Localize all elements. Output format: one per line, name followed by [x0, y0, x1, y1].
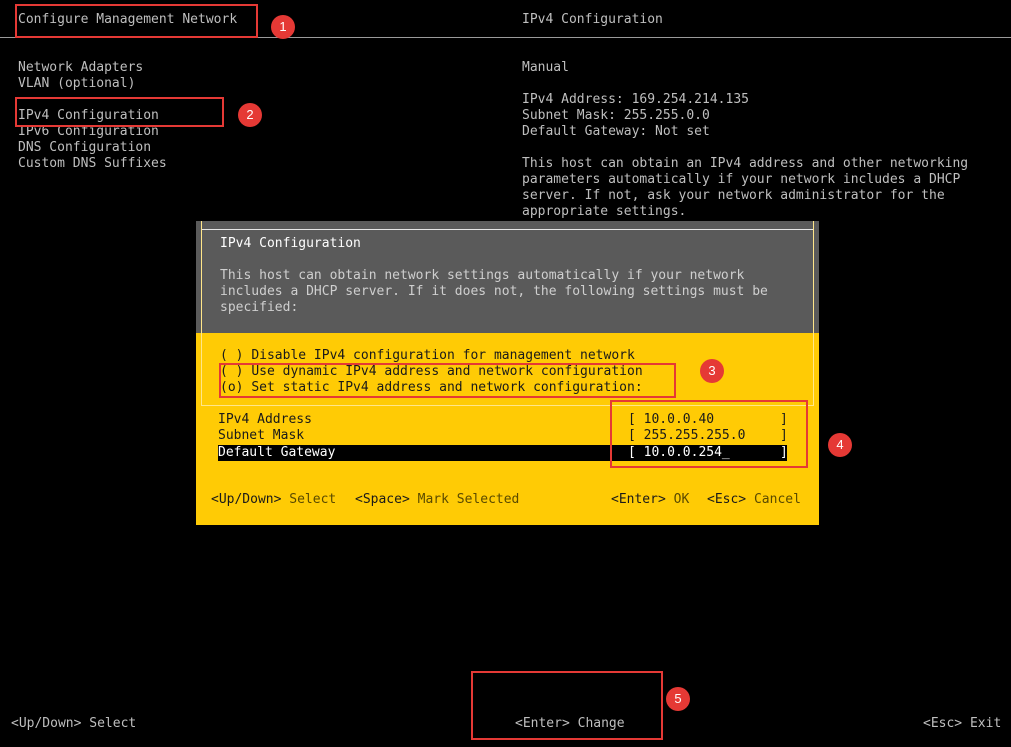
info-description-line: This host can obtain an IPv4 address and…	[522, 156, 969, 171]
info-description-line: appropriate settings.	[522, 204, 687, 219]
ok-button[interactable]: <Enter> OK	[611, 492, 689, 508]
hint-updown: <Up/Down> Select	[211, 492, 336, 508]
dialog-description-line: specified:	[220, 300, 299, 315]
current-ipv4-address: IPv4 Address: 169.254.214.135	[522, 92, 749, 107]
menu-item-custom-dns-suffixes[interactable]: Custom DNS Suffixes	[18, 156, 167, 172]
annotation-box-3	[219, 363, 676, 398]
radio-marker[interactable]: ( )	[220, 348, 243, 363]
current-subnet-mask: Subnet Mask: 255.255.0.0	[522, 108, 710, 123]
annotation-box-1	[15, 4, 258, 38]
info-description-line: parameters automatically if your network…	[522, 172, 961, 187]
annotation-box-5	[471, 671, 663, 740]
dialog-title: IPv4 Configuration	[220, 236, 361, 251]
annotation-badge-5: 5	[666, 687, 690, 711]
ipv4-mode: Manual	[522, 60, 569, 75]
ipv4-address-label: IPv4 Address	[218, 412, 312, 427]
menu-item-vlan[interactable]: VLAN (optional)	[18, 76, 135, 92]
menu-item-network-adapters[interactable]: Network Adapters	[18, 60, 143, 76]
annotation-badge-3: 3	[700, 359, 724, 383]
annotation-badge-1: 1	[271, 15, 295, 39]
hint-action: Mark Selected	[417, 492, 520, 507]
footer-updown-hint: <Up/Down> Select	[11, 716, 137, 731]
hint-key: <Esc>	[707, 492, 747, 507]
menu-item-dns-configuration[interactable]: DNS Configuration	[18, 140, 151, 156]
info-description-line: server. If not, ask your network adminis…	[522, 188, 945, 203]
annotation-box-2	[15, 97, 224, 127]
dialog-description-line: includes a DHCP server. If it does not, …	[220, 284, 768, 299]
footer-esc-exit[interactable]: <Esc> Exit	[923, 716, 1001, 732]
annotation-badge-4: 4	[828, 433, 852, 457]
option-label: Disable IPv4 configuration for managemen…	[251, 348, 635, 363]
annotation-box-4	[610, 400, 808, 468]
hint-action: Cancel	[753, 492, 801, 507]
subnet-mask-label: Subnet Mask	[218, 428, 305, 443]
hint-action: OK	[673, 492, 690, 507]
annotation-badge-2: 2	[238, 103, 262, 127]
current-default-gateway: Default Gateway: Not set	[522, 124, 710, 139]
hint-space: <Space> Mark Selected	[355, 492, 519, 508]
dialog-description-line: This host can obtain network settings au…	[220, 268, 745, 283]
hint-key: <Enter>	[611, 492, 666, 507]
cancel-button[interactable]: <Esc> Cancel	[707, 492, 801, 508]
option-disable-ipv4[interactable]: ( ) Disable IPv4 configuration for manag…	[220, 348, 635, 364]
hint-action: Select	[289, 492, 337, 507]
hint-key: <Space>	[355, 492, 410, 507]
default-gateway-label: Default Gateway	[218, 445, 336, 460]
hint-key: <Up/Down>	[211, 492, 282, 507]
panel-title: IPv4 Configuration	[522, 12, 663, 27]
